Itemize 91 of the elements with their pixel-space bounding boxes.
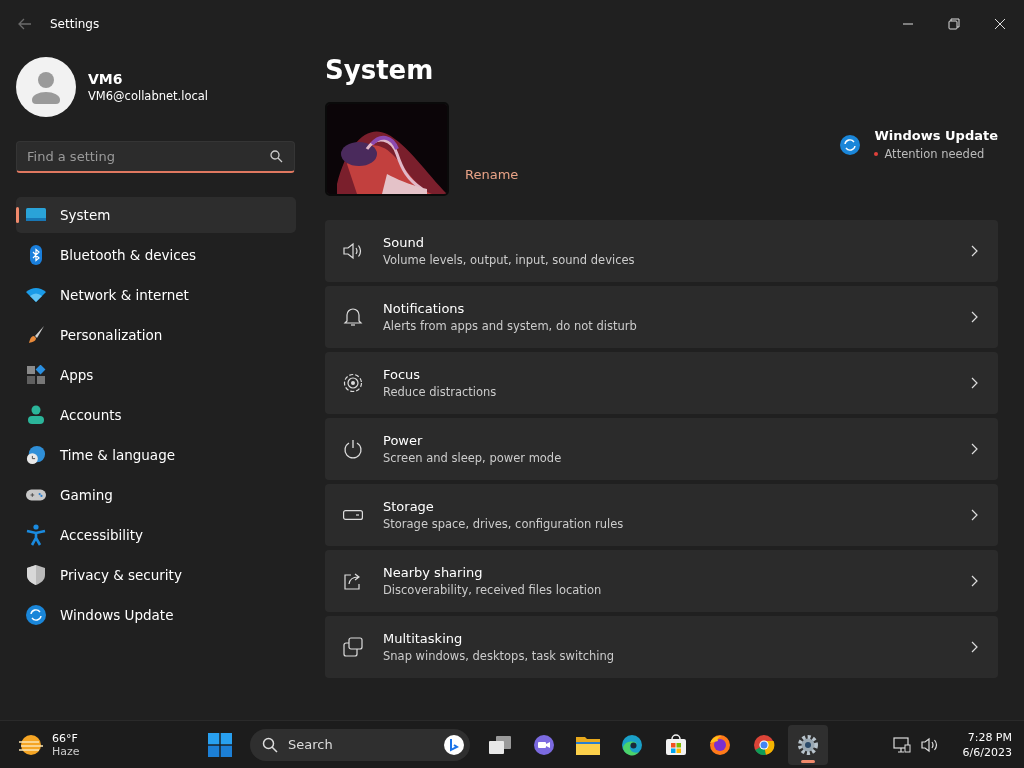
page-title: System bbox=[325, 55, 435, 85]
edge-icon bbox=[621, 733, 643, 756]
chevron-right-icon bbox=[971, 443, 978, 455]
card-subtitle: Storage space, drives, configuration rules bbox=[383, 517, 625, 531]
user-email: VM6@collabnet.local bbox=[88, 89, 209, 103]
card-subtitle: Snap windows, desktops, task switching bbox=[383, 649, 616, 663]
wifi-icon bbox=[26, 287, 46, 303]
haze-sun-icon[interactable] bbox=[18, 732, 44, 757]
nav-item[interactable]: Windows Update bbox=[16, 597, 296, 633]
gamepad-icon bbox=[26, 487, 46, 503]
windows-stack-icon bbox=[343, 637, 363, 657]
paintbrush-icon bbox=[26, 325, 46, 345]
avatar-icon bbox=[16, 57, 76, 117]
nav-item[interactable]: Apps bbox=[16, 357, 296, 393]
drive-icon bbox=[343, 510, 363, 520]
chevron-right-icon bbox=[971, 245, 978, 257]
weather-condition: Haze bbox=[52, 744, 80, 758]
card-title: Storage bbox=[383, 499, 435, 514]
settings-card[interactable]: Notifications Alerts from apps and system, do not disturb bbox=[325, 286, 998, 348]
chevron-right-icon bbox=[971, 311, 978, 323]
nav-item[interactable]: System bbox=[16, 197, 296, 233]
user-name: VM6 bbox=[88, 71, 124, 87]
card-subtitle: Discoverability, received files location bbox=[383, 583, 603, 597]
gear-icon bbox=[797, 733, 819, 756]
chevron-right-icon bbox=[971, 509, 978, 521]
nav-item[interactable]: Time & language bbox=[16, 437, 296, 473]
card-title: Notifications bbox=[383, 301, 466, 316]
close-icon[interactable] bbox=[994, 18, 1006, 30]
restore-icon[interactable] bbox=[948, 18, 960, 30]
clock-date[interactable]: 6/6/2023 bbox=[962, 745, 1012, 759]
nav-item[interactable]: Gaming bbox=[16, 477, 296, 513]
bing-icon[interactable] bbox=[444, 734, 464, 755]
card-title: Sound bbox=[383, 235, 425, 250]
card-title: Multitasking bbox=[383, 631, 464, 646]
settings-card[interactable]: Focus Reduce distractions bbox=[325, 352, 998, 414]
settings-card[interactable]: Multitasking Snap windows, desktops, task switching bbox=[325, 616, 998, 678]
volume-icon[interactable] bbox=[920, 736, 939, 753]
search-icon bbox=[262, 736, 278, 753]
settings-card[interactable]: Power Screen and sleep, power mode bbox=[325, 418, 998, 480]
store-icon bbox=[665, 733, 687, 756]
rename-link[interactable]: Rename bbox=[465, 167, 519, 182]
card-subtitle: Alerts from apps and system, do not disturb bbox=[383, 319, 638, 333]
chevron-right-icon bbox=[971, 377, 978, 389]
accessibility-icon bbox=[26, 524, 46, 546]
chevron-right-icon bbox=[971, 641, 978, 653]
card-subtitle: Screen and sleep, power mode bbox=[383, 451, 563, 465]
share-icon bbox=[343, 572, 363, 590]
network-icon[interactable] bbox=[892, 736, 911, 753]
apps-icon bbox=[26, 365, 46, 385]
taskbar-search-field[interactable]: Search bbox=[250, 728, 470, 761]
back-icon[interactable] bbox=[18, 18, 32, 30]
settings-card[interactable]: Nearby sharing Discoverability, received files location bbox=[325, 550, 998, 612]
nav-item[interactable]: Privacy & security bbox=[16, 557, 296, 593]
settings-card[interactable]: Storage Storage space, drives, configuration rules bbox=[325, 484, 998, 546]
card-title: Nearby sharing bbox=[383, 565, 484, 580]
card-subtitle: Reduce distractions bbox=[383, 385, 498, 399]
person-icon bbox=[26, 405, 46, 425]
clock-time[interactable]: 7:28 PM bbox=[967, 730, 1012, 744]
sync-icon bbox=[26, 605, 46, 625]
search-icon[interactable] bbox=[270, 150, 283, 163]
window-title: Settings bbox=[50, 17, 100, 31]
card-title: Power bbox=[383, 433, 424, 448]
power-icon bbox=[343, 439, 363, 459]
nav-item[interactable]: Personalization bbox=[16, 317, 296, 353]
nav-item[interactable]: Bluetooth & devices bbox=[16, 237, 296, 273]
speaker-icon bbox=[343, 242, 363, 260]
settings-search-field[interactable]: Find a setting bbox=[16, 141, 295, 173]
sync-icon[interactable] bbox=[840, 134, 861, 155]
update-status: Attention needed bbox=[884, 147, 985, 161]
chat-icon bbox=[533, 733, 555, 756]
folder-icon bbox=[576, 734, 600, 755]
settings-card[interactable]: Sound Volume levels, output, input, sound devices bbox=[325, 220, 998, 282]
taskbar-app[interactable] bbox=[788, 724, 828, 765]
monitor-icon bbox=[26, 207, 46, 223]
bell-icon bbox=[343, 307, 363, 327]
nav-item[interactable]: Accessibility bbox=[16, 517, 296, 553]
shield-icon bbox=[26, 565, 46, 585]
weather-temperature: 66°F bbox=[52, 731, 79, 745]
card-title: Focus bbox=[383, 367, 422, 382]
focus-icon bbox=[343, 373, 363, 393]
nav-item[interactable]: Network & internet bbox=[16, 277, 296, 313]
chrome-icon bbox=[753, 733, 775, 756]
update-title[interactable]: Windows Update bbox=[874, 128, 998, 143]
globe-clock-icon bbox=[26, 444, 46, 466]
firefox-icon bbox=[709, 733, 731, 756]
status-dot bbox=[874, 152, 879, 156]
task-view-icon bbox=[488, 734, 512, 755]
nav-item[interactable]: Accounts bbox=[16, 397, 296, 433]
chevron-right-icon bbox=[971, 575, 978, 587]
start-icon[interactable] bbox=[208, 732, 232, 757]
card-subtitle: Volume levels, output, input, sound devices bbox=[383, 253, 636, 267]
